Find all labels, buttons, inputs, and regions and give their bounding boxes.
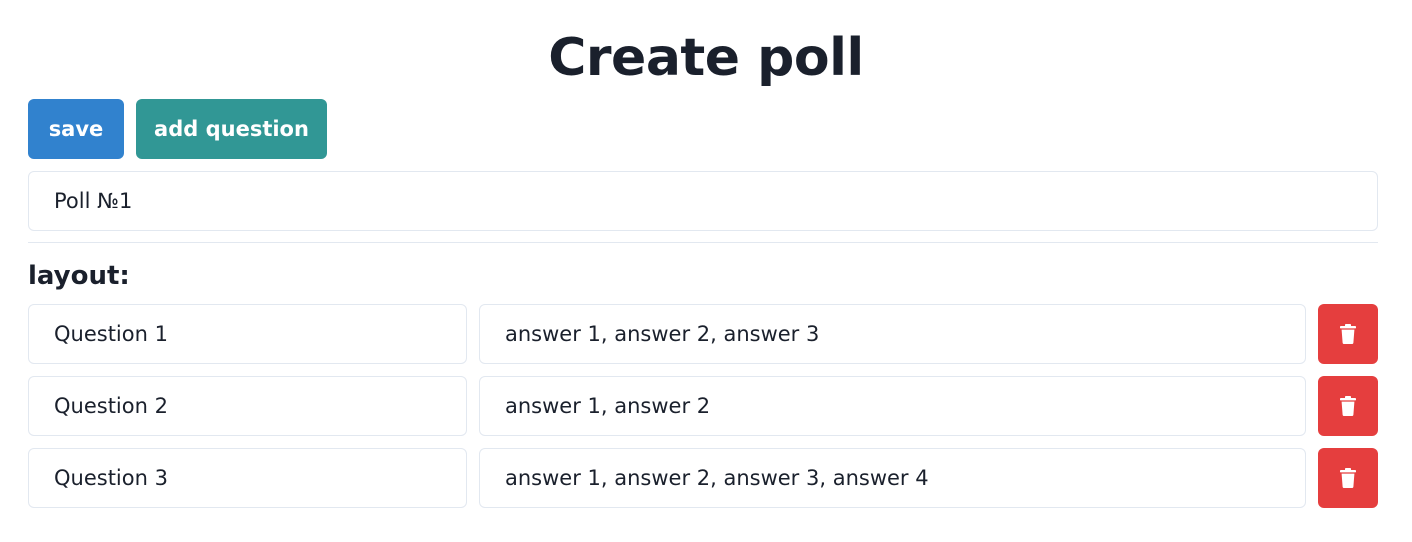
trash-icon <box>1340 324 1356 344</box>
save-button[interactable]: save <box>28 99 124 159</box>
question-input[interactable] <box>28 448 467 508</box>
page: Create poll save add question layout: <box>0 0 1412 542</box>
question-row <box>28 376 1378 436</box>
add-question-button[interactable]: add question <box>136 99 327 159</box>
answers-input[interactable] <box>479 376 1306 436</box>
answers-input[interactable] <box>479 448 1306 508</box>
page-title: Create poll <box>548 28 864 88</box>
question-input[interactable] <box>28 304 467 364</box>
toolbar: save add question <box>28 99 327 159</box>
answers-input[interactable] <box>479 304 1306 364</box>
trash-icon <box>1340 396 1356 416</box>
delete-question-button[interactable] <box>1318 448 1378 508</box>
layout-label: layout: <box>28 261 130 291</box>
poll-title-input[interactable] <box>28 171 1378 231</box>
delete-question-button[interactable] <box>1318 304 1378 364</box>
question-input[interactable] <box>28 376 467 436</box>
question-row <box>28 304 1378 364</box>
delete-question-button[interactable] <box>1318 376 1378 436</box>
divider <box>28 242 1378 243</box>
question-row <box>28 448 1378 508</box>
trash-icon <box>1340 468 1356 488</box>
